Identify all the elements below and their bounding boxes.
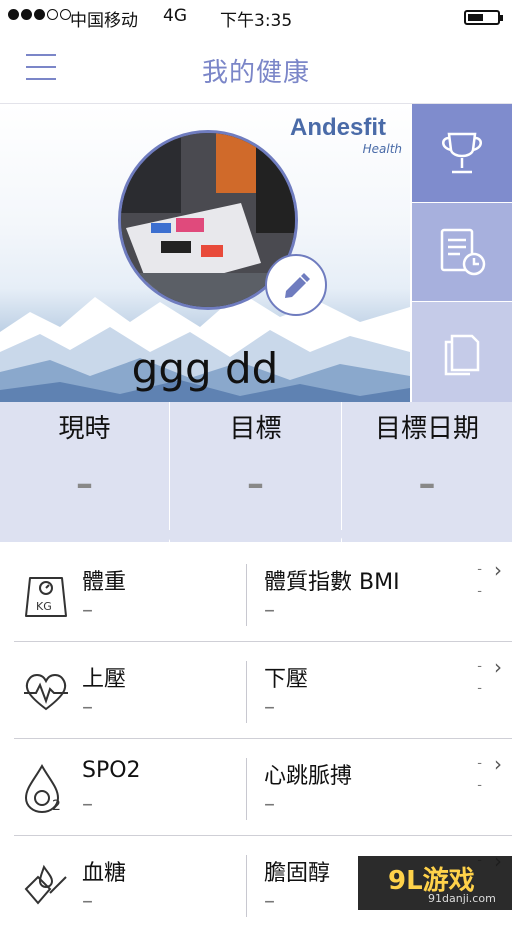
goals-tab[interactable]: [412, 104, 512, 202]
target-date-value: –: [418, 464, 436, 504]
diastolic-label: 下壓: [264, 667, 309, 692]
weight-bmi-row[interactable]: KG 體重 – 體質指數 BMI – - - ›: [14, 546, 512, 642]
delta-bottom: -: [477, 584, 482, 599]
page-title: 我的健康: [201, 58, 310, 88]
pencil-icon: [285, 273, 310, 298]
target-date-column: 目標日期 –: [342, 402, 512, 542]
heart-pulse-icon: [24, 674, 68, 711]
current-label: 現時: [58, 414, 111, 444]
signal-strength-icon: [8, 9, 71, 20]
status-time: 下午3:35: [220, 11, 293, 31]
weight-label: 體重: [82, 570, 127, 595]
svg-text:2: 2: [52, 798, 61, 814]
blood-pressure-row[interactable]: 上壓 – 下壓 – - - ›: [14, 643, 512, 739]
scale-icon: KG: [25, 577, 67, 617]
network-type: 4G: [163, 6, 187, 26]
delta-bottom: -: [477, 778, 482, 793]
zigzag-divider: [0, 530, 512, 542]
username: ggg dd: [131, 344, 279, 393]
trophy-icon: [442, 132, 482, 174]
goal-summary: 現時 – 目標 – 目標日期 –: [0, 402, 512, 542]
spo2-value: –: [82, 792, 93, 817]
systolic-value: –: [82, 695, 93, 720]
chevron-right-icon: ›: [494, 752, 502, 776]
report-clock-icon: [440, 228, 486, 276]
target-value: –: [247, 464, 264, 504]
bmi-label: 體質指數 BMI: [264, 570, 400, 595]
cholesterol-label: 膽固醇: [264, 861, 331, 886]
diastolic-value: –: [264, 695, 275, 720]
edit-profile-button[interactable]: [265, 254, 327, 316]
row-divider: [246, 564, 247, 626]
current-column: 現時 –: [0, 402, 170, 542]
carrier-name: 中国移动: [70, 11, 138, 31]
chevron-right-icon: ›: [494, 558, 502, 582]
delta-top: -: [477, 562, 482, 577]
delta-bottom: -: [477, 681, 482, 696]
weight-value: –: [82, 598, 93, 623]
target-label: 目標: [229, 414, 282, 444]
documents-icon: [444, 334, 480, 376]
watermark-site: 91danji.com: [428, 892, 496, 905]
site-watermark: 9L游戏 91danji.com: [358, 856, 512, 910]
oxygen-drop-icon: 2: [24, 763, 61, 814]
pulse-label: 心跳脈搏: [264, 764, 353, 789]
delta-top: -: [477, 659, 482, 674]
profile-banner: Andesfit Health ggg dd: [0, 104, 410, 402]
history-report-tab[interactable]: [412, 203, 512, 301]
status-bar: 中国移动 4G 下午3:35: [0, 0, 512, 34]
glucose-label: 血糖: [82, 861, 127, 886]
glucose-value: –: [82, 889, 93, 914]
blood-sugar-icon: [24, 864, 67, 905]
battery-icon: [464, 10, 503, 25]
spo2-label: SPO2: [82, 758, 141, 783]
systolic-label: 上壓: [82, 667, 127, 692]
row-divider: [246, 758, 247, 820]
chevron-right-icon: ›: [494, 655, 502, 679]
bmi-value: –: [264, 598, 275, 623]
target-date-label: 目標日期: [374, 414, 479, 444]
navigation-bar: 我的健康: [0, 34, 512, 104]
row-divider: [246, 661, 247, 723]
row-divider: [246, 855, 247, 917]
records-tab[interactable]: [412, 302, 512, 402]
target-column: 目標 –: [170, 402, 342, 542]
delta-top: -: [477, 756, 482, 771]
pulse-value: –: [264, 792, 275, 817]
cholesterol-value: –: [264, 889, 275, 914]
spo2-pulse-row[interactable]: 2 SPO2 – 心跳脈搏 – - - ›: [14, 740, 512, 836]
andesfit-logo: Andesfit Health: [290, 114, 402, 156]
current-value: –: [76, 464, 93, 504]
svg-text:KG: KG: [36, 600, 52, 613]
